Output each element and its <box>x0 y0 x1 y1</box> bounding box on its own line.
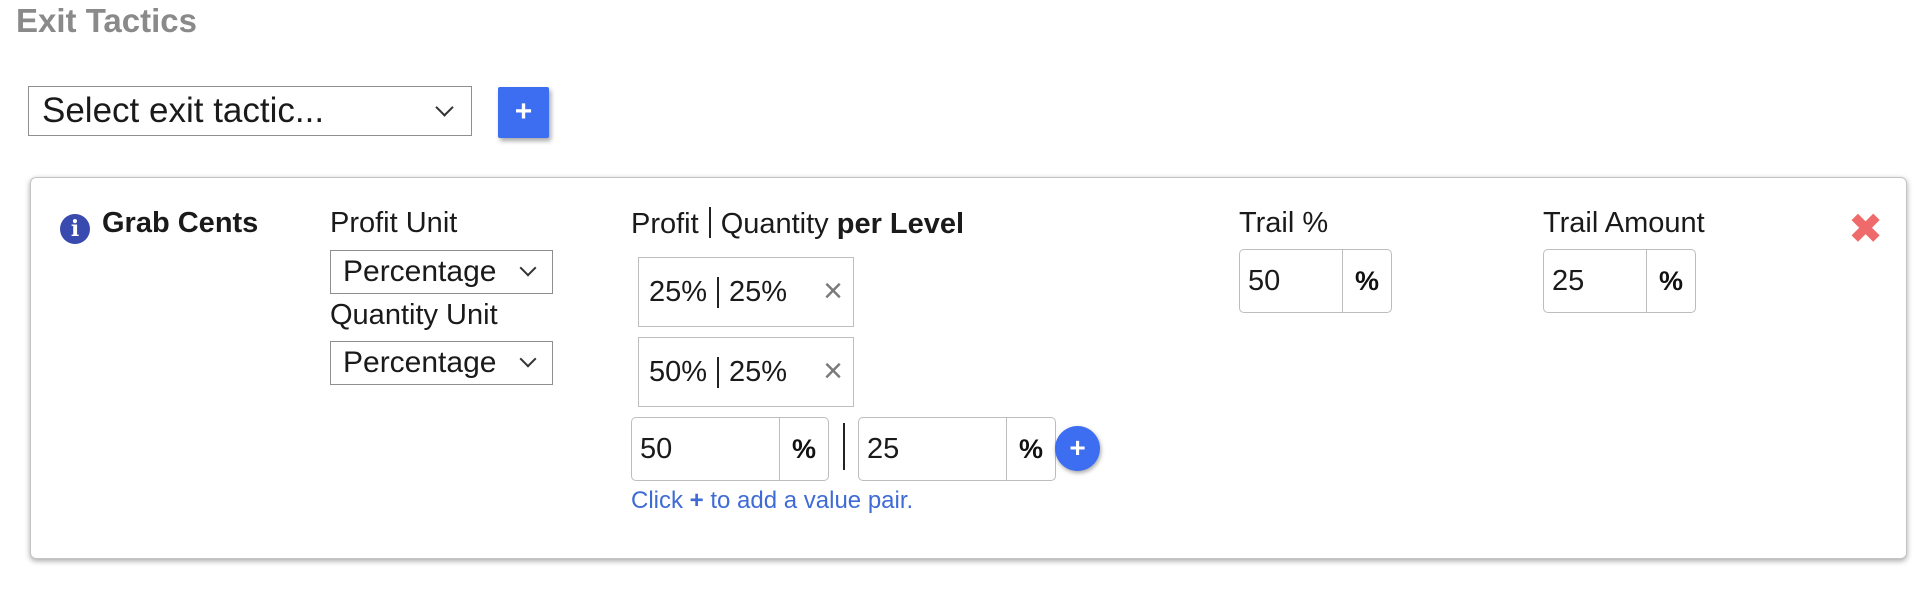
pair-divider <box>717 276 720 308</box>
pair-profit: 25% <box>649 275 708 308</box>
levels-heading-suffix: per Level <box>836 208 965 240</box>
chevron-down-icon <box>435 98 454 117</box>
new-quantity-input[interactable]: 25 % <box>858 417 1056 481</box>
new-quantity-value[interactable]: 25 <box>859 418 1006 480</box>
exit-tactic-select[interactable]: Select exit tactic... <box>28 86 472 136</box>
new-quantity-unit: % <box>1006 418 1055 480</box>
remove-pair-icon[interactable]: × <box>823 354 843 388</box>
pair-input-divider <box>843 423 845 470</box>
hint-suffix: to add a value pair. <box>710 487 914 514</box>
quantity-unit-label: Quantity Unit <box>330 299 498 331</box>
info-icon[interactable]: i <box>60 214 90 244</box>
trail-percent-input[interactable]: 50 % <box>1239 249 1392 313</box>
new-profit-input[interactable]: 50 % <box>631 417 829 481</box>
trail-amount-unit: % <box>1646 250 1695 312</box>
exit-tactic-select-value: Select exit tactic... <box>42 91 325 130</box>
trail-percent-value[interactable]: 50 <box>1240 250 1342 312</box>
trail-amount-input[interactable]: 25 % <box>1543 249 1696 313</box>
hint-prefix: Click <box>631 487 683 514</box>
remove-tactic-icon[interactable]: ✖ <box>1848 208 1883 250</box>
profit-unit-label: Profit Unit <box>330 207 458 239</box>
level-pair: 50% 25% × <box>638 337 854 407</box>
quantity-unit-value: Percentage <box>343 346 497 379</box>
pair-divider <box>717 356 720 388</box>
add-pair-button[interactable]: + <box>1055 426 1100 471</box>
trail-percent-label: Trail % <box>1239 207 1329 239</box>
trail-amount-value[interactable]: 25 <box>1544 250 1646 312</box>
hint-plus: + <box>689 487 704 514</box>
remove-pair-icon[interactable]: × <box>823 274 843 308</box>
pair-quantity: 25% <box>729 275 788 308</box>
levels-heading-profit: Profit <box>631 208 699 240</box>
tactic-name: Grab Cents <box>102 207 259 239</box>
pair-quantity: 25% <box>729 355 788 388</box>
trail-percent-unit: % <box>1342 250 1391 312</box>
chevron-down-icon <box>519 259 537 277</box>
profit-unit-value: Percentage <box>343 255 497 288</box>
heading-divider <box>708 207 711 238</box>
chevron-down-icon <box>519 350 537 368</box>
add-pair-hint: Click + to add a value pair. <box>631 487 913 515</box>
trail-amount-label: Trail Amount <box>1543 207 1705 239</box>
new-profit-value[interactable]: 50 <box>632 418 779 480</box>
levels-heading: Profit Quantity per Level <box>631 207 964 241</box>
pair-profit: 50% <box>649 355 708 388</box>
section-title: Exit Tactics <box>16 2 197 39</box>
levels-heading-quantity: Quantity <box>720 208 829 240</box>
add-tactic-button[interactable]: + <box>498 87 549 138</box>
quantity-unit-select[interactable]: Percentage <box>330 341 553 385</box>
profit-unit-select[interactable]: Percentage <box>330 250 553 294</box>
new-profit-unit: % <box>779 418 828 480</box>
level-pair: 25% 25% × <box>638 257 854 327</box>
